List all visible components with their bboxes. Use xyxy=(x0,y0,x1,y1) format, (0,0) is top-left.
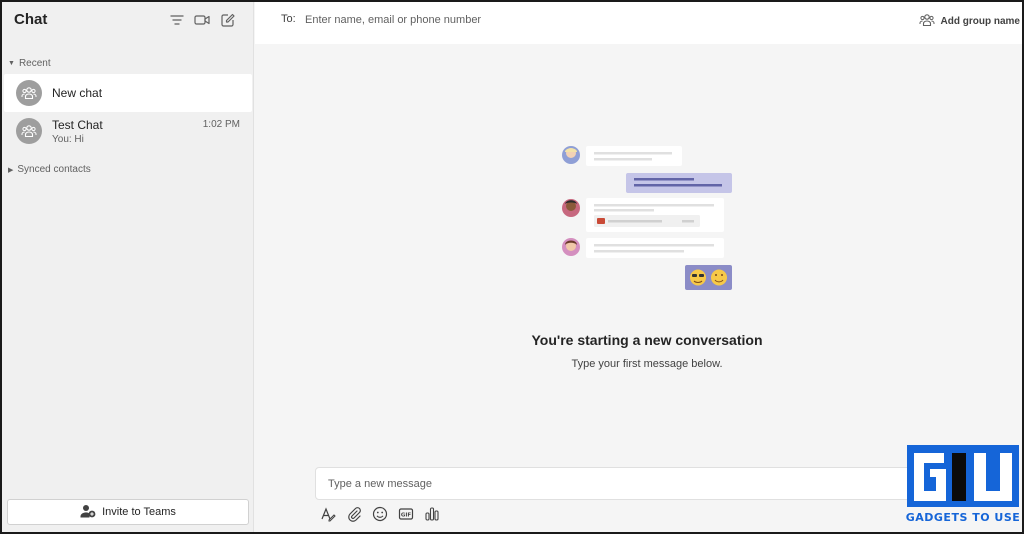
invite-label: Invite to Teams xyxy=(102,506,176,518)
format-icon[interactable] xyxy=(320,506,336,522)
recent-section-label: Recent xyxy=(18,58,51,69)
group-avatar xyxy=(16,80,42,106)
add-group-label: Add group name xyxy=(940,16,1020,27)
chat-list-item-new-chat[interactable]: New chat xyxy=(4,74,252,112)
new-conversation-illustration xyxy=(562,146,732,290)
cool-emoji-icon xyxy=(690,269,706,286)
smile-emoji-icon xyxy=(711,269,727,286)
app-window: Chat ▼ Recent New chat Test Chat You: Hi… xyxy=(0,0,1024,534)
recipient-bar: To: Add group name xyxy=(255,2,1022,44)
to-label: To: xyxy=(281,13,296,25)
person-avatar-1-icon xyxy=(562,146,580,164)
person-avatar-3-icon xyxy=(562,238,580,256)
filter-icon[interactable] xyxy=(168,11,186,29)
sidebar-header: Chat xyxy=(2,2,254,42)
chat-name: Test Chat xyxy=(52,118,103,132)
chat-name: New chat xyxy=(52,86,103,100)
chat-sidebar: Chat ▼ Recent New chat Test Chat You: Hi… xyxy=(2,2,254,532)
synced-contacts-toggle[interactable]: ▶ Synced contacts xyxy=(8,164,91,175)
group-avatar xyxy=(16,118,42,144)
sidebar-title: Chat xyxy=(14,11,48,28)
person-avatar-2-icon xyxy=(562,199,580,217)
message-composer xyxy=(315,467,915,500)
composer-toolbar: GIF xyxy=(320,505,440,523)
add-group-name-button[interactable]: Add group name xyxy=(919,13,1020,30)
chat-last-message: You: Hi xyxy=(52,134,84,145)
recent-section-toggle[interactable]: ▼ Recent xyxy=(8,58,51,69)
synced-contacts-label: Synced contacts xyxy=(17,164,91,175)
emoji-icon[interactable] xyxy=(372,506,388,522)
watermark-text: GADGETS TO USE xyxy=(905,511,1021,524)
poll-icon[interactable] xyxy=(424,506,440,522)
caret-right-icon: ▶ xyxy=(8,166,14,174)
empty-state-headline: You're starting a new conversation xyxy=(531,332,763,348)
invite-to-teams-button[interactable]: Invite to Teams xyxy=(7,499,249,525)
group-icon xyxy=(919,13,935,30)
gadgets-to-use-watermark: GADGETS TO USE xyxy=(904,443,1022,531)
gif-icon[interactable]: GIF xyxy=(398,506,414,522)
caret-down-icon: ▼ xyxy=(8,60,15,67)
attach-icon[interactable] xyxy=(346,506,362,522)
gtu-logo-icon xyxy=(907,445,1019,507)
new-chat-icon[interactable] xyxy=(219,11,237,29)
svg-text:GIF: GIF xyxy=(401,513,412,519)
recipient-input[interactable] xyxy=(305,8,865,32)
video-call-icon[interactable] xyxy=(193,11,211,29)
empty-state-subline: Type your first message below. xyxy=(571,358,723,370)
chat-timestamp: 1:02 PM xyxy=(202,119,240,130)
add-person-icon xyxy=(80,504,96,521)
chat-list-item-test-chat[interactable]: Test Chat You: Hi 1:02 PM xyxy=(4,112,252,150)
message-input[interactable] xyxy=(328,474,888,494)
